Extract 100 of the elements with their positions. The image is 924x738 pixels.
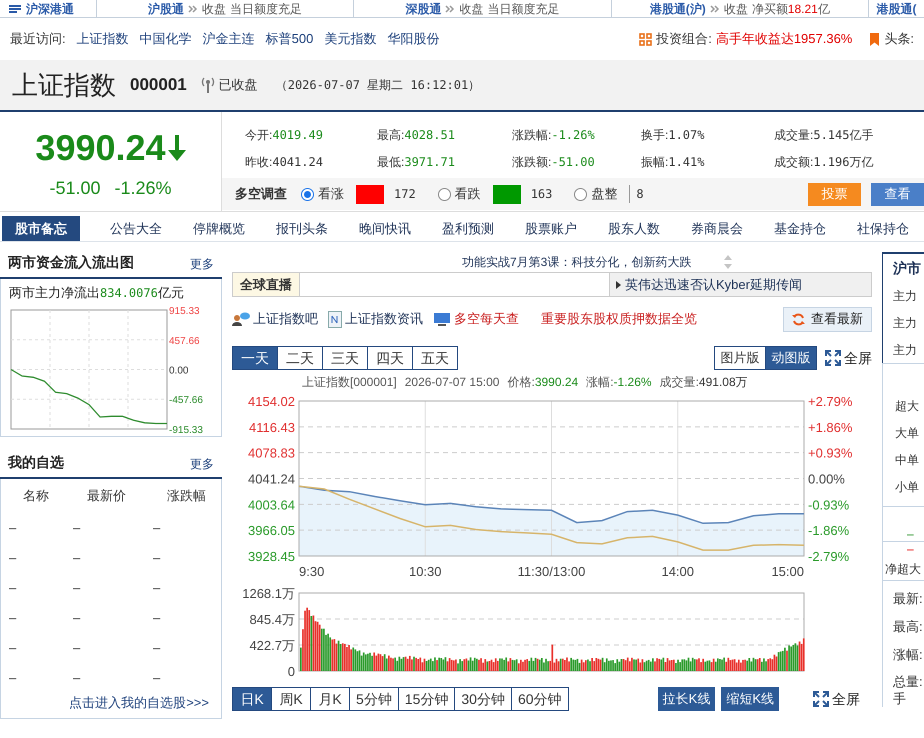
table-cell-text: – [9,519,18,538]
tab[interactable]: 周K [271,687,311,711]
logo-text: 沪深港通 [26,0,74,18]
section-tab[interactable]: 股市备忘 [2,216,80,241]
promo-link[interactable]: 高手年收益达1957.36% [716,29,852,49]
table-cell-text: – [153,519,162,538]
tab[interactable]: 四天 [367,346,413,370]
chart-info: 上证指数[000001] [302,374,397,391]
recent-link[interactable]: 华阳股份 [387,29,440,49]
nav-link[interactable]: 盈利预测 [442,218,494,238]
axis-label: +2.79% [808,394,852,409]
tab[interactable]: 月K [310,687,350,711]
quick-link[interactable]: 上证指数资讯 [345,309,423,329]
quick-link[interactable]: 多空每天查 [454,309,519,329]
stat-cell-text: 振幅:1.41% [641,154,706,170]
axis-label: 4003.64 [248,497,295,512]
nav-link[interactable]: 晚间快讯 [359,218,411,238]
recent-link[interactable]: 中国化学 [140,29,192,49]
table-cell-text: – [73,549,82,568]
connect-link[interactable]: 沪股通 [148,0,184,18]
axis-label: 4154.02 [248,394,295,409]
panel-title: 我的自选 [8,453,64,472]
radio-button[interactable] [301,188,314,200]
axis-label: 915.33 [169,306,200,316]
refresh-button[interactable]: 查看最新 [783,306,872,332]
view-button[interactable]: 查看 [871,182,924,206]
recent-link[interactable]: 标普500 [266,29,314,49]
more-link[interactable]: 更多 [190,255,214,273]
tab[interactable]: 三天 [322,346,368,370]
nav-link[interactable]: 停牌概览 [193,218,245,238]
kline-button[interactable]: 拉长K线 [658,687,716,711]
nav-link[interactable]: 股票账户 [525,218,577,238]
nav-link[interactable]: 基金持仓 [774,218,826,238]
scroll-arrows-icon [723,253,734,271]
stat-cell-text: 成交量:5.145亿手 [774,126,874,144]
stat-cell-text: 今开:4019.49 [245,126,324,144]
tab[interactable]: 15分钟 [398,687,456,711]
recent-link[interactable]: 沪金主连 [202,29,255,49]
nav-link[interactable]: 公告大全 [110,218,162,238]
stat-cell-text: 最高:4028.51 [377,126,456,144]
nav-link[interactable]: 股东人数 [608,218,660,238]
chart-info: 价格:3990.24 [507,374,578,391]
axis-label: 3928.45 [248,549,295,564]
row-label: 主力 [893,314,918,332]
tab[interactable]: 5分钟 [349,687,399,711]
tab[interactable]: 五天 [412,346,458,370]
stat-cell-text: 成交额:1.196万亿 [774,154,874,170]
row-label: 主力 [893,342,918,358]
quota-text: 当日额度充足 [487,0,560,18]
stat-label: 最高: [893,618,924,636]
table-cell-text: – [73,668,82,687]
double-chevron-icon [188,4,198,12]
nav-link[interactable]: 社保持仓 [857,218,909,238]
table-cell-text: – [153,608,162,627]
axis-label: -915.33 [169,424,203,436]
tab[interactable]: 60分钟 [510,687,569,711]
recent-link[interactable]: 美元指数 [324,29,376,49]
nav-link[interactable]: 券商晨会 [691,218,743,238]
radio-label: 看跌 [454,185,481,204]
timestamp: （2026-07-07 星期二 16:12:01） [276,77,480,94]
quick-link[interactable]: 重要股东股权质押数据全览 [541,309,697,329]
axis-label: 845.4万 [249,612,295,627]
axis-label: 0 [288,664,295,679]
security-name: 上证指数 [12,68,116,102]
axis-label: -0.93% [808,497,850,512]
vote-count: 8 [636,186,644,203]
recent-link[interactable]: 上证指数 [76,29,129,49]
tab[interactable]: 日K [232,687,272,711]
axis-label: 422.7万 [249,638,295,653]
quota-text: 当日额度充足 [230,0,302,18]
radio-button[interactable] [438,188,451,200]
table-cell-text: – [73,579,82,598]
connect-link[interactable]: 深股通 [405,0,442,18]
connect-link[interactable]: 港股通(沪) [650,0,706,18]
more-link[interactable]: 更多 [190,455,214,473]
nav-link[interactable]: 报刊头条 [276,218,328,238]
axis-label: 14:00 [661,564,694,579]
fullscreen-link[interactable]: 全屏 [844,348,872,368]
quick-link[interactable]: 上证指数吧 [253,309,318,329]
watchlist-link[interactable]: 点击进入我的自选股>>> [69,692,209,712]
last-price: 3990.24 [35,126,166,170]
quota-text: 净买额18.21亿 [752,0,830,18]
axis-label: 4116.43 [248,420,295,435]
column-header: 最新价 [87,487,127,506]
portfolio-link[interactable]: 投资组合: [656,29,712,49]
tab[interactable]: 一天 [232,346,278,370]
double-chevron-icon [710,4,720,12]
tab[interactable]: 图片版 [714,346,766,370]
document-icon [328,310,342,328]
ticker-headline[interactable]: 功能实战7月第3课：科技分化，创新药大跌 [462,253,692,271]
kline-button[interactable]: 缩短K线 [721,687,779,711]
row-label: 大单 [895,424,920,442]
price-change: -51.00 [49,177,100,200]
connect-link[interactable]: 港股通( [876,0,916,18]
tab[interactable]: 30分钟 [454,687,512,711]
monitor-icon [433,312,451,326]
tab[interactable]: 动图版 [765,346,817,370]
tab[interactable]: 二天 [277,346,323,370]
radio-button[interactable] [574,188,588,200]
fullscreen-link[interactable]: 全屏 [832,688,860,710]
